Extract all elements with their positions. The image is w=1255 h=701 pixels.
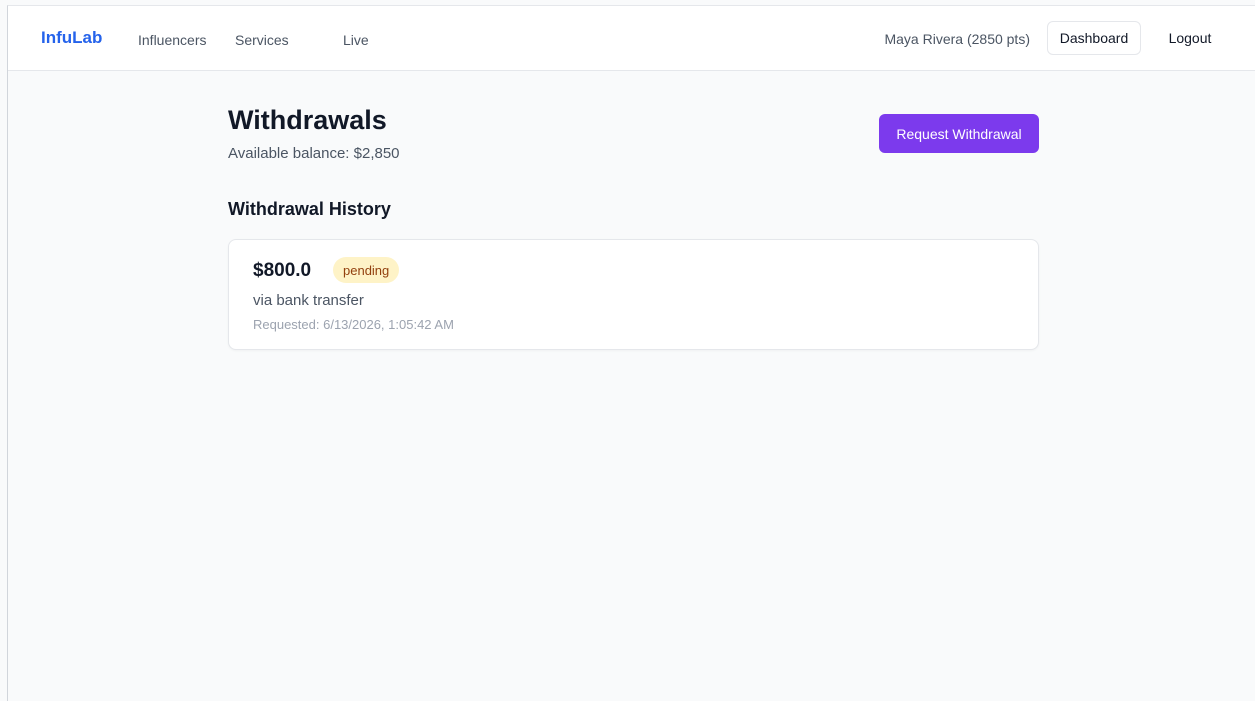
page-title: Withdrawals bbox=[228, 105, 387, 135]
brand-logo[interactable]: InfuLab bbox=[41, 28, 102, 48]
navbar: InfuLab Influencers Services Live Maya R… bbox=[8, 6, 1255, 71]
section-title: Withdrawal History bbox=[228, 199, 391, 219]
withdrawal-card: $800.0 pending via bank transfer Request… bbox=[228, 239, 1039, 350]
request-withdrawal-button[interactable]: Request Withdrawal bbox=[879, 114, 1039, 153]
nav-link-influencers[interactable]: Influencers bbox=[138, 32, 206, 48]
app-frame: InfuLab Influencers Services Live Maya R… bbox=[7, 5, 1255, 701]
logout-button[interactable]: Logout bbox=[1157, 21, 1223, 55]
requested-timestamp: Requested: 6/13/2026, 1:05:42 AM bbox=[253, 317, 454, 332]
available-balance: Available balance: $2,850 bbox=[228, 145, 400, 162]
withdrawal-method: via bank transfer bbox=[253, 292, 364, 309]
status-badge: pending bbox=[333, 257, 400, 283]
nav-link-services[interactable]: Services bbox=[235, 32, 289, 48]
user-points: Maya Rivera (2850 pts) bbox=[884, 31, 1030, 47]
dashboard-button[interactable]: Dashboard bbox=[1047, 21, 1141, 55]
withdrawal-amount: $800.0 bbox=[253, 260, 312, 281]
nav-link-live[interactable]: Live bbox=[343, 32, 369, 48]
